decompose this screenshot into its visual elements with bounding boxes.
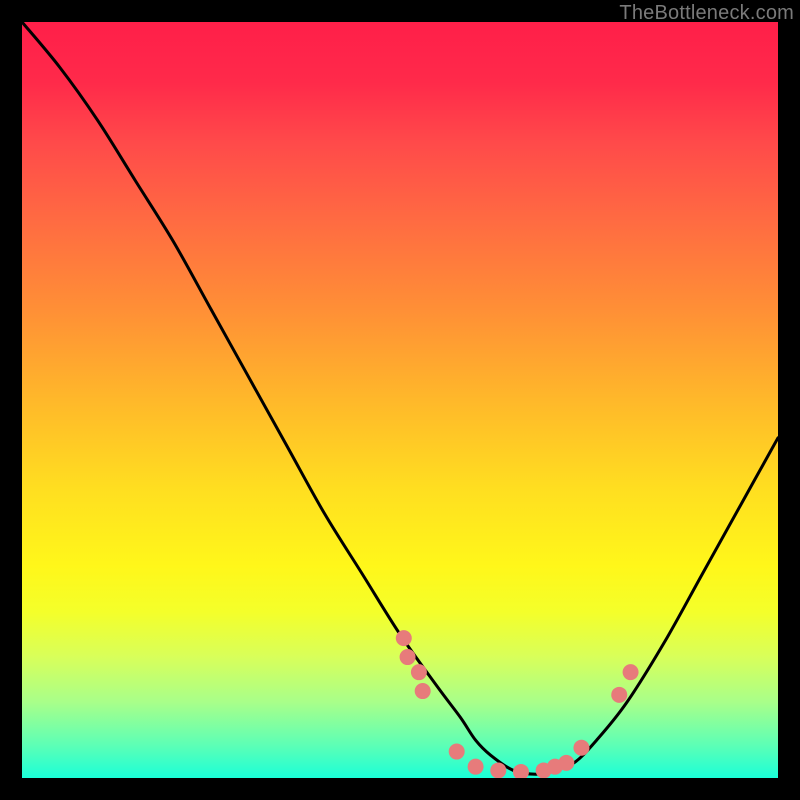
marker-point xyxy=(623,664,639,680)
marker-point xyxy=(558,755,574,771)
marker-point xyxy=(415,683,431,699)
marker-point xyxy=(396,630,412,646)
marker-point xyxy=(449,744,465,760)
chart-plot-area xyxy=(22,22,778,778)
marker-point xyxy=(490,762,506,778)
marker-point xyxy=(411,664,427,680)
chart-svg xyxy=(22,22,778,778)
marker-point xyxy=(573,740,589,756)
bottleneck-curve xyxy=(22,22,778,774)
marker-point xyxy=(468,759,484,775)
chart-frame: TheBottleneck.com xyxy=(0,0,800,800)
marker-point xyxy=(400,649,416,665)
marker-point xyxy=(513,764,529,778)
marker-group xyxy=(396,630,639,778)
marker-point xyxy=(611,687,627,703)
watermark-text: TheBottleneck.com xyxy=(619,2,794,25)
